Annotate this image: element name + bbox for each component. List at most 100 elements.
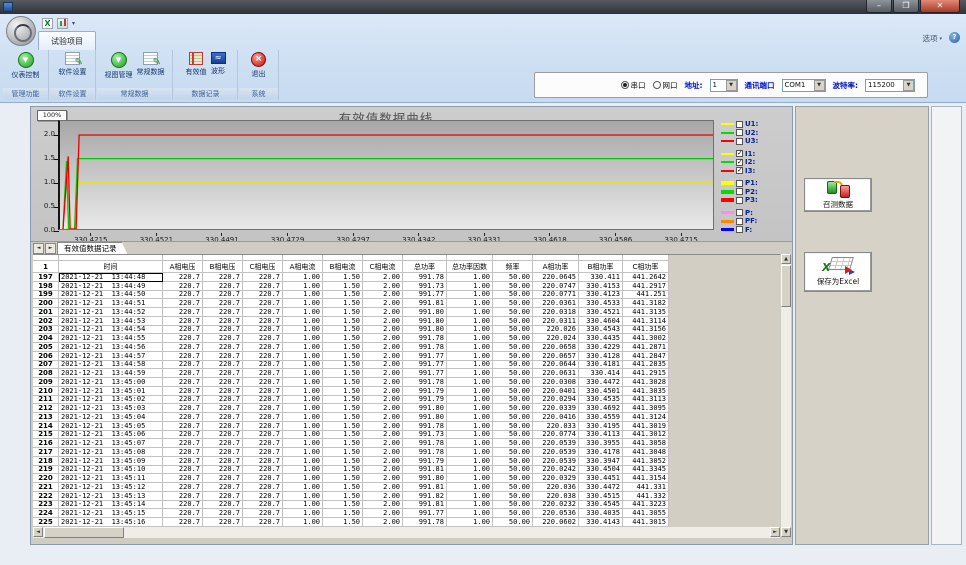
data-cell[interactable]: 2.00 [363,439,403,448]
data-cell[interactable]: 2.00 [363,299,403,308]
row-number-cell[interactable]: 224 [33,509,59,518]
data-cell[interactable]: 1.50 [323,492,363,501]
grid-corner-cell[interactable]: 1 [33,261,59,273]
data-cell[interactable]: 330.4113 [579,431,623,440]
data-cell[interactable]: 220.7 [203,317,243,326]
column-header[interactable]: A相功率 [533,261,579,273]
data-cell[interactable]: 330.4521 [579,308,623,317]
data-cell[interactable]: 220.7 [243,518,283,527]
data-cell[interactable]: 1.00 [283,501,323,510]
data-cell[interactable]: 2021-12-21 13:45:07 [59,439,163,448]
data-cell[interactable]: 330.4143 [579,518,623,527]
data-cell[interactable]: 1.00 [283,273,323,282]
data-cell[interactable]: 50.00 [493,413,533,422]
data-cell[interactable]: 50.00 [493,308,533,317]
data-cell[interactable]: 50.00 [493,361,533,370]
data-cell[interactable]: 441.2835 [623,361,669,370]
data-cell[interactable]: 220.7 [243,422,283,431]
data-cell[interactable]: 330.414 [579,369,623,378]
data-cell[interactable]: 220.0774 [533,431,579,440]
regular-data-button[interactable]: 常规数据 [136,51,166,78]
data-cell[interactable]: 1.00 [447,457,493,466]
data-cell[interactable]: 1.00 [283,439,323,448]
data-cell[interactable]: 220.7 [163,343,203,352]
data-cell[interactable]: 220.7 [163,413,203,422]
data-cell[interactable]: 1.50 [323,474,363,483]
data-cell[interactable]: 220.7 [203,509,243,518]
data-cell[interactable]: 220.7 [203,299,243,308]
data-cell[interactable]: 50.00 [493,369,533,378]
column-header[interactable]: C相功率 [623,261,669,273]
data-cell[interactable]: 1.00 [447,448,493,457]
data-cell[interactable]: 2021-12-21 13:45:16 [59,518,163,527]
data-cell[interactable]: 50.00 [493,457,533,466]
data-cell[interactable]: 2.00 [363,273,403,282]
data-cell[interactable]: 991.80 [403,308,447,317]
data-cell[interactable]: 441.251 [623,291,669,300]
data-cell[interactable]: 220.0339 [533,404,579,413]
data-cell[interactable]: 2021-12-21 13:45:09 [59,457,163,466]
data-cell[interactable]: 1.00 [283,334,323,343]
save-to-excel-button[interactable]: X 保存为Excel [804,252,872,292]
data-cell[interactable]: 220.7 [243,404,283,413]
data-cell[interactable]: 330.4533 [579,299,623,308]
data-cell[interactable]: 50.00 [493,352,533,361]
data-cell[interactable]: 991.79 [403,457,447,466]
data-cell[interactable]: 330.4543 [579,326,623,335]
data-cell[interactable]: 220.7 [243,448,283,457]
data-cell[interactable]: 991.81 [403,466,447,475]
data-cell[interactable]: 1.50 [323,422,363,431]
data-cell[interactable]: 2.00 [363,492,403,501]
data-cell[interactable]: 1.00 [283,369,323,378]
data-cell[interactable]: 1.00 [283,483,323,492]
view-management-button[interactable]: ▼ 视图管理 [104,51,134,81]
legend-checkbox[interactable] [736,209,743,216]
data-cell[interactable]: 2.00 [363,448,403,457]
data-cell[interactable]: 2021-12-21 13:44:57 [59,352,163,361]
data-cell[interactable]: 50.00 [493,518,533,527]
data-cell[interactable]: 1.00 [283,404,323,413]
data-cell[interactable]: 50.00 [493,317,533,326]
row-number-cell[interactable]: 208 [33,369,59,378]
data-cell[interactable]: 441.2847 [623,352,669,361]
scroll-right-arrow[interactable]: ► [770,527,780,537]
data-cell[interactable]: 1.00 [283,474,323,483]
data-cell[interactable]: 220.7 [243,483,283,492]
data-cell[interactable]: 2.00 [363,483,403,492]
row-number-cell[interactable]: 219 [33,466,59,475]
data-cell[interactable]: 330.4545 [579,501,623,510]
data-cell[interactable]: 220.7 [163,282,203,291]
data-cell[interactable]: 220.7 [243,501,283,510]
rms-value-button[interactable]: 有效值 [185,51,208,78]
data-cell[interactable]: 220.7 [163,378,203,387]
data-cell[interactable]: 220.7 [243,352,283,361]
data-cell[interactable]: 2021-12-21 13:45:11 [59,474,163,483]
data-cell[interactable]: 220.7 [243,317,283,326]
data-cell[interactable]: 441.3055 [623,509,669,518]
row-number-cell[interactable]: 203 [33,326,59,335]
data-cell[interactable]: 50.00 [493,404,533,413]
data-cell[interactable]: 2021-12-21 13:45:05 [59,422,163,431]
data-cell[interactable]: 220.0658 [533,343,579,352]
data-cell[interactable]: 441.3015 [623,518,669,527]
data-cell[interactable]: 50.00 [493,282,533,291]
data-cell[interactable]: 220.7 [243,343,283,352]
data-cell[interactable]: 2.00 [363,317,403,326]
data-cell[interactable]: 1.50 [323,378,363,387]
data-cell[interactable]: 1.00 [447,299,493,308]
data-cell[interactable]: 220.7 [163,308,203,317]
legend-checkbox[interactable] [736,138,743,145]
row-number-cell[interactable]: 207 [33,361,59,370]
data-cell[interactable]: 330.3947 [579,457,623,466]
data-cell[interactable]: 50.00 [493,483,533,492]
tab-scroll-right-button[interactable]: ► [45,243,56,254]
data-cell[interactable]: 220.7 [203,378,243,387]
data-cell[interactable]: 220.7 [163,431,203,440]
data-cell[interactable]: 1.00 [447,492,493,501]
data-cell[interactable]: 2.00 [363,466,403,475]
data-cell[interactable]: 2021-12-21 13:45:13 [59,492,163,501]
data-cell[interactable]: 330.411 [579,273,623,282]
data-cell[interactable]: 1.50 [323,518,363,527]
data-cell[interactable]: 441.3223 [623,501,669,510]
data-cell[interactable]: 991.78 [403,422,447,431]
